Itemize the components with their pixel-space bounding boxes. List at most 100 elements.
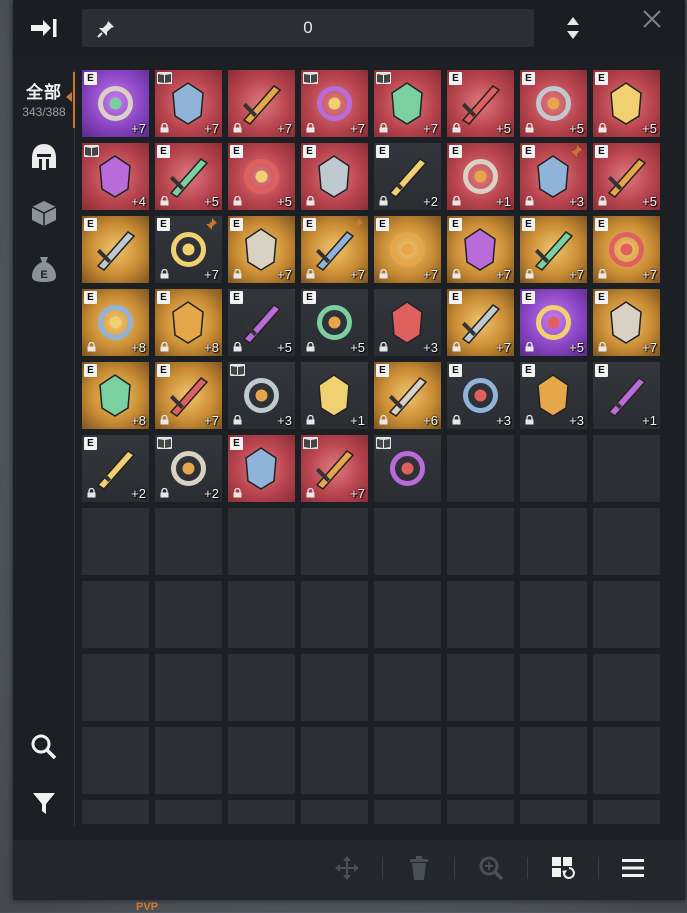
item-slot[interactable]: E +5 <box>520 70 587 137</box>
empty-slot[interactable] <box>447 508 514 575</box>
empty-slot[interactable] <box>520 581 587 648</box>
item-slot[interactable]: E +3 <box>520 143 587 210</box>
item-slot[interactable]: +7 <box>155 70 222 137</box>
item-slot[interactable]: E +7 <box>374 216 441 283</box>
empty-slot[interactable] <box>301 508 368 575</box>
item-slot[interactable]: +4 <box>82 143 149 210</box>
item-slot[interactable]: E <box>82 216 149 283</box>
item-slot[interactable]: +7 <box>228 70 295 137</box>
item-slot[interactable]: +3 <box>228 362 295 429</box>
item-slot[interactable]: E +7 <box>228 216 295 283</box>
collapse-right-icon[interactable] <box>29 14 59 42</box>
zoom-in-icon[interactable] <box>477 854 505 882</box>
item-slot[interactable]: E +3 <box>447 362 514 429</box>
item-slot[interactable]: +7 <box>301 435 368 502</box>
item-slot[interactable]: E +7 <box>447 289 514 356</box>
trash-icon[interactable] <box>405 854 433 882</box>
empty-slot[interactable] <box>520 654 587 721</box>
empty-slot[interactable] <box>593 508 660 575</box>
item-slot[interactable]: E +8 <box>82 289 149 356</box>
item-slot[interactable]: E +7 <box>447 216 514 283</box>
item-slot[interactable]: E +7 <box>593 289 660 356</box>
item-slot[interactable]: E <box>301 143 368 210</box>
empty-slot[interactable] <box>593 800 660 824</box>
item-slot[interactable]: E +8 <box>155 289 222 356</box>
item-slot[interactable]: E +5 <box>593 143 660 210</box>
empty-slot[interactable] <box>447 654 514 721</box>
close-icon[interactable] <box>641 8 663 30</box>
empty-slot[interactable] <box>228 581 295 648</box>
filter-icon[interactable] <box>29 788 59 818</box>
empty-slot[interactable] <box>520 727 587 794</box>
empty-slot[interactable] <box>301 654 368 721</box>
equipment-helmet-icon[interactable] <box>29 142 59 172</box>
item-slot[interactable]: E +5 <box>301 289 368 356</box>
empty-slot[interactable] <box>155 654 222 721</box>
empty-slot[interactable] <box>447 435 514 502</box>
pinned-items-bar[interactable]: 0 <box>82 9 534 47</box>
item-slot[interactable]: +2 <box>155 435 222 502</box>
item-slot[interactable] <box>374 435 441 502</box>
empty-slot[interactable] <box>520 435 587 502</box>
empty-slot[interactable] <box>155 727 222 794</box>
search-icon[interactable] <box>29 732 59 762</box>
empty-slot[interactable] <box>228 508 295 575</box>
item-slot[interactable]: +7 <box>374 70 441 137</box>
empty-slot[interactable] <box>155 508 222 575</box>
empty-slot[interactable] <box>82 508 149 575</box>
empty-slot[interactable] <box>374 508 441 575</box>
item-slot[interactable]: E +1 <box>447 143 514 210</box>
item-slot[interactable]: E +7 <box>301 216 368 283</box>
item-slot[interactable]: E +1 <box>593 362 660 429</box>
empty-slot[interactable] <box>82 654 149 721</box>
empty-slot[interactable] <box>228 654 295 721</box>
item-slot[interactable]: E +6 <box>374 362 441 429</box>
empty-slot[interactable] <box>374 727 441 794</box>
item-slot[interactable]: E <box>228 435 295 502</box>
grid-sort-icon[interactable] <box>549 854 577 882</box>
item-slot[interactable]: E +3 <box>520 362 587 429</box>
empty-slot[interactable] <box>301 727 368 794</box>
empty-slot[interactable] <box>155 581 222 648</box>
item-slot[interactable]: E +7 <box>520 216 587 283</box>
menu-icon[interactable] <box>619 854 647 882</box>
item-slot[interactable]: +3 <box>374 289 441 356</box>
empty-slot[interactable] <box>301 581 368 648</box>
item-slot[interactable]: E +7 <box>593 216 660 283</box>
empty-slot[interactable] <box>82 727 149 794</box>
move-icon[interactable] <box>333 854 361 882</box>
item-slot[interactable]: E +5 <box>447 70 514 137</box>
item-slot[interactable]: +7 <box>301 70 368 137</box>
empty-slot[interactable] <box>447 800 514 824</box>
item-slot[interactable]: E +7 <box>155 362 222 429</box>
empty-slot[interactable] <box>593 654 660 721</box>
empty-slot[interactable] <box>82 581 149 648</box>
empty-slot[interactable] <box>228 800 295 824</box>
empty-slot[interactable] <box>155 800 222 824</box>
empty-slot[interactable] <box>593 435 660 502</box>
empty-slot[interactable] <box>447 581 514 648</box>
item-slot[interactable]: E +2 <box>82 435 149 502</box>
empty-slot[interactable] <box>228 727 295 794</box>
item-slot[interactable]: E +7 <box>155 216 222 283</box>
box-icon[interactable] <box>29 198 59 228</box>
sort-updown-icon[interactable] <box>562 14 584 42</box>
empty-slot[interactable] <box>447 727 514 794</box>
item-slot[interactable]: E +8 <box>82 362 149 429</box>
item-slot[interactable]: E +5 <box>155 143 222 210</box>
item-slot[interactable]: E +2 <box>374 143 441 210</box>
item-slot[interactable]: E +7 <box>82 70 149 137</box>
empty-slot[interactable] <box>301 800 368 824</box>
empty-slot[interactable] <box>520 508 587 575</box>
empty-slot[interactable] <box>520 800 587 824</box>
empty-slot[interactable] <box>82 800 149 824</box>
money-bag-icon[interactable]: E <box>29 254 59 284</box>
empty-slot[interactable] <box>374 800 441 824</box>
item-slot[interactable]: E +5 <box>228 289 295 356</box>
item-slot[interactable]: E +5 <box>228 143 295 210</box>
empty-slot[interactable] <box>374 581 441 648</box>
item-slot[interactable]: E +5 <box>593 70 660 137</box>
item-slot[interactable]: E +5 <box>520 289 587 356</box>
empty-slot[interactable] <box>593 727 660 794</box>
empty-slot[interactable] <box>374 654 441 721</box>
